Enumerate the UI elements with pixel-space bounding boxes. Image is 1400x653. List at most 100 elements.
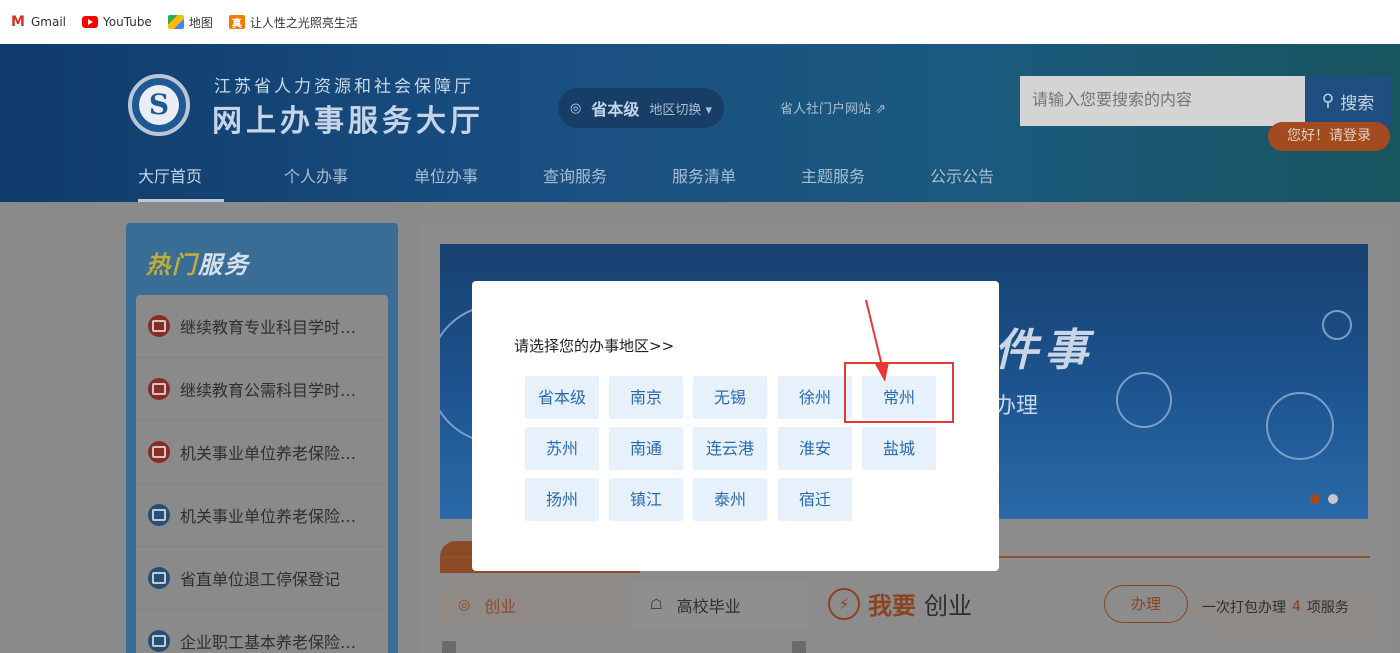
bookmark-label: 地图 bbox=[188, 15, 213, 30]
region-switch-button[interactable]: 地区切换 ▾ bbox=[649, 99, 712, 118]
document-icon bbox=[148, 315, 170, 337]
dialog-title: 请选择您的办事地区>> bbox=[514, 337, 675, 355]
region-option[interactable]: 扬州 bbox=[525, 478, 599, 521]
scroll-right-icon[interactable] bbox=[792, 641, 806, 653]
site-header: S 江苏省人力资源和社会保障厅 网上办事服务大厅 ◎ 省本级 地区切换 ▾ 省人… bbox=[0, 44, 1400, 202]
gmail-icon: M bbox=[11, 14, 25, 30]
nav-home[interactable]: 大厅首页 bbox=[138, 163, 202, 187]
search-input[interactable] bbox=[1020, 76, 1306, 126]
graduation-cap-icon: ☖ bbox=[650, 597, 663, 613]
list-item-label: 继续教育公需科目学时… bbox=[180, 381, 357, 400]
nav-unit[interactable]: 单位办事 bbox=[414, 163, 478, 187]
list-item[interactable]: 机关事业单位养老保险… bbox=[136, 421, 388, 484]
user-icon bbox=[1116, 372, 1172, 428]
detail-title: ⚡ 我要 创业 bbox=[828, 586, 972, 621]
logo[interactable]: S bbox=[128, 74, 190, 136]
list-item[interactable]: 机关事业单位养老保险… bbox=[136, 484, 388, 547]
region-option[interactable]: 无锡 bbox=[693, 376, 767, 419]
region-option[interactable]: 省本级 bbox=[525, 376, 599, 419]
detail-title-em: 我要 bbox=[868, 592, 916, 620]
rocket-icon: ⚡ bbox=[828, 587, 860, 620]
logo-emblem-icon: S bbox=[139, 85, 179, 125]
list-item[interactable]: 企业职工基本养老保险… bbox=[136, 610, 388, 653]
category-graduate[interactable]: ☖ 高校毕业 bbox=[632, 582, 808, 628]
region-option[interactable]: 淮安 bbox=[778, 427, 852, 470]
package-count: 4 bbox=[1292, 599, 1301, 615]
bookmark-label: YouTube bbox=[103, 15, 152, 29]
nav-theme[interactable]: 主题服务 bbox=[801, 163, 865, 187]
list-item-label: 企业职工基本养老保险… bbox=[180, 633, 357, 652]
region-select-dialog: 请选择您的办事地区>> bbox=[472, 281, 999, 571]
region-option[interactable]: 宿迁 bbox=[778, 478, 852, 521]
region-option[interactable]: 连云港 bbox=[693, 427, 767, 470]
nav-query[interactable]: 查询服务 bbox=[543, 163, 607, 187]
bookmark-gmail[interactable]: M Gmail bbox=[10, 14, 67, 30]
bookmark-maps[interactable]: 地图 bbox=[167, 14, 213, 31]
region-option[interactable]: 苏州 bbox=[525, 427, 599, 470]
pointer-arrow-icon bbox=[865, 299, 889, 382]
list-item-label: 省直单位退工停保登记 bbox=[180, 570, 341, 589]
category-entrepreneurship[interactable]: ◎ 创业 bbox=[440, 582, 620, 628]
banner-headline: 件事 bbox=[994, 325, 1094, 376]
category-label: 高校毕业 bbox=[676, 597, 741, 616]
list-item[interactable]: 省直单位退工停保登记 bbox=[136, 547, 388, 610]
document-icon bbox=[148, 630, 170, 652]
search-button[interactable]: ⚲ 搜索 bbox=[1305, 76, 1391, 126]
current-region: 省本级 bbox=[591, 100, 640, 119]
region-option[interactable]: 南京 bbox=[609, 376, 683, 419]
location-pin-icon: ◎ bbox=[570, 100, 582, 116]
bookmark-youtube[interactable]: YouTube bbox=[82, 15, 152, 29]
hall-name: 网上办事服务大厅 bbox=[212, 104, 484, 139]
region-selector[interactable]: ◎ 省本级 地区切换 ▾ bbox=[558, 88, 725, 128]
package-info: 一次打包办理 4 项服务 bbox=[1196, 585, 1376, 629]
site-icon: 真 bbox=[228, 15, 245, 30]
nav-personal[interactable]: 个人办事 bbox=[284, 163, 348, 187]
nav-notice[interactable]: 公示公告 bbox=[930, 163, 994, 187]
region-option[interactable]: 盐城 bbox=[862, 427, 936, 470]
list-item-label: 机关事业单位养老保险… bbox=[180, 444, 357, 463]
list-item[interactable]: 继续教育公需科目学时… bbox=[136, 358, 388, 421]
detail-title-rest: 创业 bbox=[924, 592, 972, 620]
carousel-dot[interactable] bbox=[1328, 494, 1338, 504]
login-button[interactable]: 您好！请登录 bbox=[1268, 122, 1390, 151]
nav-active-indicator bbox=[138, 199, 224, 202]
title-rest: 服务 bbox=[198, 251, 250, 279]
scroll-left-icon[interactable] bbox=[442, 641, 456, 653]
startup-icon: ◎ bbox=[458, 597, 471, 613]
bookmark-label: Gmail bbox=[31, 15, 67, 29]
package-prefix: 一次打包办理 bbox=[1202, 600, 1286, 616]
document-icon bbox=[148, 504, 170, 526]
region-option[interactable]: 南通 bbox=[609, 427, 683, 470]
main-nav: 大厅首页 个人办事 单位办事 查询服务 服务清单 主题服务 公示公告 bbox=[0, 160, 1400, 202]
carousel-indicators bbox=[1310, 494, 1338, 504]
list-item-label: 机关事业单位养老保险… bbox=[180, 507, 357, 526]
category-label: 创业 bbox=[484, 597, 517, 616]
region-option[interactable]: 泰州 bbox=[693, 478, 767, 521]
bookmark-label: 让人性之光照亮生活 bbox=[249, 15, 358, 30]
title-em: 热门 bbox=[146, 251, 198, 279]
list-item[interactable]: 继续教育专业科目学时… bbox=[136, 295, 388, 358]
carousel-dot[interactable] bbox=[1310, 494, 1320, 504]
hot-services-panel: 热门服务 继续教育专业科目学时… 继续教育公需科目学时… 机关事业单位养老保险…… bbox=[126, 223, 398, 653]
detail-content bbox=[826, 632, 1372, 653]
org-name: 江苏省人力资源和社会保障厅 bbox=[214, 77, 474, 97]
document-icon bbox=[148, 378, 170, 400]
package-suffix: 项服务 bbox=[1306, 600, 1349, 616]
portal-link[interactable]: 省人社门户网站 ⇗ bbox=[780, 98, 886, 117]
info-icon bbox=[1322, 310, 1352, 340]
region-option[interactable]: 镇江 bbox=[609, 478, 683, 521]
search-icon: ⚲ bbox=[1321, 91, 1335, 111]
id-card-icon bbox=[148, 567, 170, 589]
region-option[interactable]: 徐州 bbox=[778, 376, 852, 419]
handle-button[interactable]: 办理 bbox=[1104, 585, 1188, 623]
search-button-label: 搜索 bbox=[1340, 93, 1375, 114]
youtube-icon bbox=[82, 16, 99, 28]
people-icon bbox=[1266, 392, 1334, 460]
bookmark-site[interactable]: 真 让人性之光照亮生活 bbox=[228, 14, 358, 31]
hot-services-title: 热门服务 bbox=[146, 245, 250, 280]
banner-subline: 办理 bbox=[994, 394, 1039, 419]
nav-service-list[interactable]: 服务清单 bbox=[672, 163, 736, 187]
list-item-label: 继续教育专业科目学时… bbox=[180, 318, 357, 337]
maps-icon bbox=[167, 15, 184, 29]
document-icon bbox=[148, 441, 170, 463]
